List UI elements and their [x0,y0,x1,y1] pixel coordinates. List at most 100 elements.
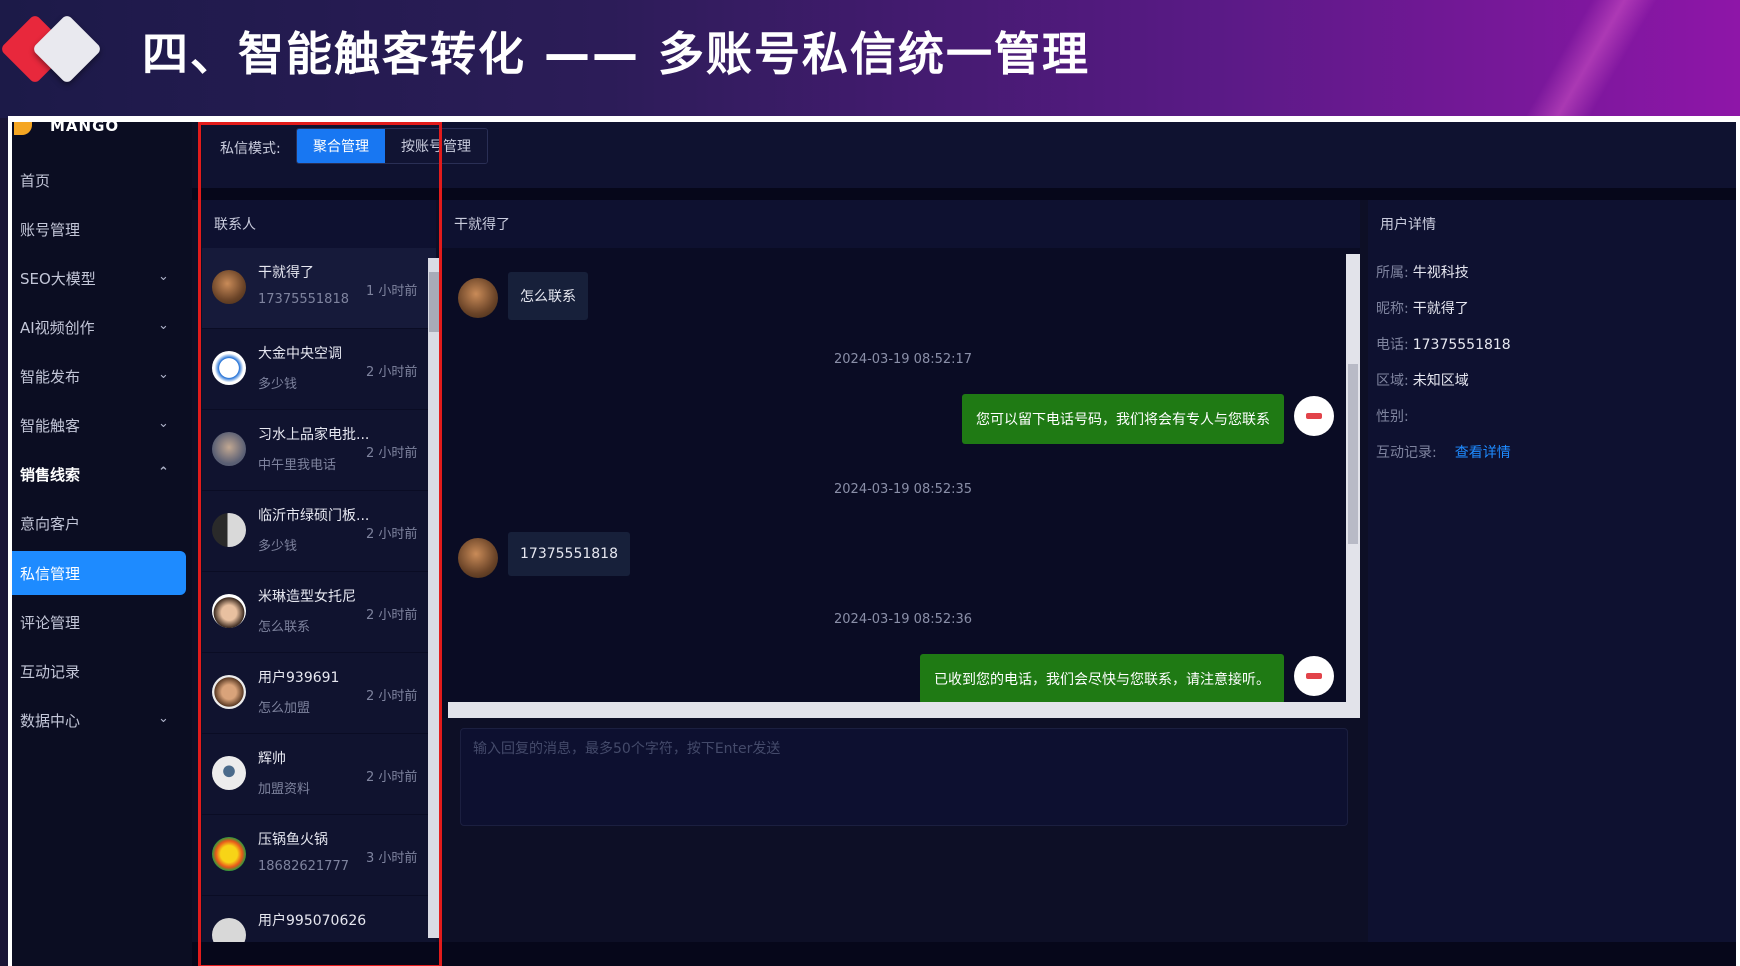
detail-key: 电话: [1376,337,1409,353]
sidebar-item-label: 首页 [20,172,51,190]
message-timestamp: 2024-03-19 08:52:35 [834,482,973,497]
divider [192,188,1736,200]
contact-time: 1 小时前 [366,284,418,299]
contact-last-message: 多少钱 [258,539,298,554]
contacts-title: 联系人 [214,217,256,233]
message-bubble-outgoing: 已收到您的电话，我们会尽快与您联系，请注意接听。 [920,654,1284,704]
sidebar-item-intent-customers[interactable]: 意向客户 [12,499,192,548]
sidebar-item-sales-leads[interactable]: 销售线索 ⌃ [12,450,192,499]
brand-logo-icon [1306,413,1322,419]
avatar [212,270,246,304]
avatar [1294,396,1334,436]
view-details-link[interactable]: 查看详情 [1455,445,1511,461]
contact-name: 大金中央空调 [258,346,342,362]
contact-last-message: 18682621777 [258,859,349,874]
footer-band [192,942,1736,966]
sidebar-item-label: 账号管理 [20,221,81,239]
contact-last-message: 加盟资料 [258,782,311,797]
sidebar: MANGO 首页 账号管理 SEO大模型 ⌄ AI视频创作 ⌄ 智能发布 ⌄ 智… [12,122,192,966]
detail-key: 互动记录: [1376,445,1437,461]
contact-item[interactable]: 习水上品家电批... 中午里我电话 2 小时前 [202,410,436,491]
contact-item[interactable]: 干就得了 17375551818 1 小时前 [202,248,436,329]
message-timestamp: 2024-03-19 08:52:17 [834,352,973,367]
contact-time: 3 小时前 [366,851,418,866]
sidebar-item-accounts[interactable]: 账号管理 [12,205,192,254]
sidebar-item-interactions[interactable]: 互动记录 [12,647,192,696]
sidebar-item-label: 智能触客 [20,417,81,435]
chevron-down-icon: ⌄ [158,416,169,431]
chevron-down-icon: ⌄ [158,269,169,284]
detail-gender: 性别: [1376,406,1413,426]
chevron-down-icon: ⌄ [158,711,169,726]
mode-by-account-button[interactable]: 按账号管理 [385,129,487,163]
contact-item[interactable]: 临沂市绿硕门板... 多少钱 2 小时前 [202,491,436,572]
contact-time: 2 小时前 [366,689,418,704]
chat-header: 干就得了 [442,200,1360,248]
chat-panel: 怎么联系 2024-03-19 08:52:17 您可以留下电话号码，我们将会有… [442,248,1360,718]
detail-key: 所属: [1376,265,1409,281]
message-bubble-incoming: 17375551818 [508,532,630,576]
sidebar-item-dm-management[interactable]: 私信管理 [12,551,186,595]
contacts-header: 联系人 [202,200,436,248]
chat-scrollbar-vertical[interactable] [1346,254,1360,714]
avatar [212,594,246,628]
message-bubble-outgoing: 您可以留下电话号码，我们将会有专人与您联系 [962,394,1284,444]
contact-name: 习水上品家电批... [258,427,370,443]
sidebar-item-smart-reach[interactable]: 智能触客 ⌄ [12,401,192,450]
contact-last-message: 17375551818 [258,292,349,307]
message-input[interactable] [461,729,1347,769]
sidebar-item-label: AI视频创作 [20,319,95,337]
detail-nickname: 昵称: 干就得了 [1376,298,1469,318]
sidebar-item-ai-video[interactable]: AI视频创作 ⌄ [12,303,192,352]
avatar [212,756,246,790]
detail-value: 干就得了 [1412,301,1469,317]
contact-item[interactable]: 辉帅 加盟资料 2 小时前 [202,734,436,815]
contact-item[interactable]: 用户939691 怎么加盟 2 小时前 [202,653,436,734]
brand-name: MANGO [50,122,120,135]
avatar [212,837,246,871]
detail-value: 17375551818 [1412,337,1511,353]
sidebar-item-label: 评论管理 [20,614,81,632]
contact-last-message: 中午里我电话 [258,458,337,473]
chevron-down-icon: ⌄ [158,367,169,382]
contact-name: 干就得了 [258,265,314,281]
sidebar-item-data-center[interactable]: 数据中心 ⌄ [12,696,192,745]
contact-last-message: 怎么加盟 [258,701,311,716]
contact-name: 辉帅 [258,751,286,767]
chevron-up-icon: ⌃ [158,465,169,480]
contact-list: 干就得了 17375551818 1 小时前 大金中央空调 多少钱 2 小时前 … [202,248,436,966]
contact-time: 2 小时前 [366,365,418,380]
sidebar-item-home[interactable]: 首页 [12,156,192,205]
decorative-streak [1480,0,1700,118]
mode-aggregate-button[interactable]: 聚合管理 [297,129,385,163]
scrollbar-thumb[interactable] [1348,364,1358,544]
sidebar-item-label: 数据中心 [20,712,81,730]
scrollbar-thumb[interactable] [429,272,439,332]
contact-time: 2 小时前 [366,446,418,461]
user-detail-header: 用户详情 [1368,200,1736,248]
chevron-down-icon: ⌄ [158,318,169,333]
avatar [212,432,246,466]
sidebar-item-comments[interactable]: 评论管理 [12,598,192,647]
detail-key: 性别: [1376,409,1409,425]
contact-item[interactable]: 大金中央空调 多少钱 2 小时前 [202,329,436,410]
slide-header: 四、智能触客转化 —— 多账号私信统一管理 [0,0,1740,118]
chat-scrollbar-horizontal[interactable] [448,702,1360,718]
avatar [212,351,246,385]
contact-time: 2 小时前 [366,770,418,785]
sidebar-item-label: 意向客户 [20,515,81,533]
detail-value: 牛视科技 [1412,265,1469,281]
slide-logo-icon [0,8,110,88]
contact-item[interactable]: 压锅鱼火锅 18682621777 3 小时前 [202,815,436,896]
message-composer [460,728,1348,826]
sidebar-item-smart-publish[interactable]: 智能发布 ⌄ [12,352,192,401]
contact-item[interactable]: 米琳造型女托尼 怎么联系 2 小时前 [202,572,436,653]
detail-phone: 电话: 17375551818 [1376,334,1511,354]
contacts-scrollbar[interactable] [428,258,440,938]
brand: MANGO [12,122,192,138]
sidebar-item-label: 互动记录 [20,663,81,681]
mode-toggle: 聚合管理 按账号管理 [296,128,488,164]
sidebar-item-label: 销售线索 [20,466,81,484]
brand-logo-icon [1306,673,1322,679]
sidebar-item-seo-model[interactable]: SEO大模型 ⌄ [12,254,192,303]
